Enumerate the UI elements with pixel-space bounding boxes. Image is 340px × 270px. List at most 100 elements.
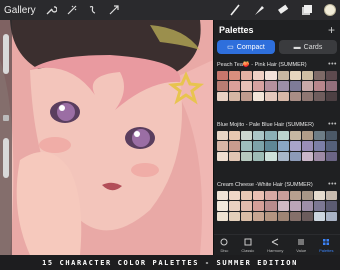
color-swatch[interactable]	[289, 131, 301, 141]
color-swatch[interactable]	[277, 131, 289, 141]
color-swatch[interactable]	[253, 131, 265, 141]
color-swatch[interactable]	[313, 211, 325, 221]
color-swatch[interactable]	[241, 211, 253, 221]
color-swatch[interactable]	[289, 151, 301, 161]
color-swatch[interactable]	[253, 141, 265, 151]
color-swatch[interactable]	[229, 151, 241, 161]
color-swatch[interactable]	[277, 201, 289, 211]
color-swatch[interactable]	[277, 81, 289, 91]
more-options-icon[interactable]: •••	[328, 61, 337, 68]
color-swatch[interactable]	[241, 131, 253, 141]
color-swatch[interactable]	[253, 151, 265, 161]
color-swatch[interactable]	[217, 211, 229, 221]
color-swatch[interactable]	[241, 91, 253, 101]
color-swatch[interactable]	[277, 151, 289, 161]
opacity-slider[interactable]	[3, 138, 9, 178]
tab-cards[interactable]: ▬ Cards	[279, 40, 337, 54]
color-swatch[interactable]	[229, 71, 241, 81]
color-swatch[interactable]	[289, 71, 301, 81]
color-swatch[interactable]	[229, 91, 241, 101]
more-options-icon[interactable]: •••	[328, 121, 337, 128]
color-swatch[interactable]	[217, 201, 229, 211]
color-swatch[interactable]	[277, 141, 289, 151]
color-swatch[interactable]	[301, 131, 313, 141]
nav-value[interactable]: Value	[296, 238, 306, 253]
color-swatch[interactable]	[253, 191, 265, 201]
palette-0[interactable]: Peach Tea🍑 - Pink Hair (SUMMER) •••	[217, 60, 337, 101]
color-swatch[interactable]	[217, 81, 229, 91]
add-palette-icon[interactable]: +	[328, 23, 335, 37]
color-swatch[interactable]	[217, 151, 229, 161]
nav-palettes[interactable]: Palettes	[319, 238, 334, 253]
color-swatch[interactable]	[229, 131, 241, 141]
color-swatch[interactable]	[289, 201, 301, 211]
color-swatch[interactable]	[325, 211, 337, 221]
wrench-icon[interactable]	[45, 4, 57, 16]
color-swatch[interactable]	[241, 81, 253, 91]
color-swatch[interactable]	[277, 71, 289, 81]
color-swatch[interactable]	[301, 71, 313, 81]
color-swatch[interactable]	[217, 191, 229, 201]
canvas-artwork[interactable]	[0, 20, 213, 255]
color-swatch[interactable]	[289, 141, 301, 151]
color-swatch[interactable]	[241, 71, 253, 81]
layers-icon[interactable]	[300, 3, 314, 17]
color-swatch[interactable]	[265, 211, 277, 221]
color-swatch[interactable]	[265, 131, 277, 141]
color-swatch[interactable]	[229, 141, 241, 151]
palette-1[interactable]: Blue Mojito - Pale Blue Hair (SUMMER) ••…	[217, 120, 337, 161]
color-swatch[interactable]	[289, 91, 301, 101]
color-swatch[interactable]	[229, 201, 241, 211]
color-swatch[interactable]	[241, 201, 253, 211]
color-swatch[interactable]	[325, 81, 337, 91]
palette-2[interactable]: Cream Cheese -White Hair (SUMMER) •••	[217, 180, 337, 221]
adjustments-icon[interactable]	[66, 4, 78, 16]
selection-icon[interactable]	[87, 4, 99, 16]
color-swatch[interactable]	[289, 81, 301, 91]
color-swatch[interactable]	[301, 141, 313, 151]
color-swatch[interactable]	[253, 211, 265, 221]
color-swatch[interactable]	[253, 91, 265, 101]
color-swatch[interactable]	[301, 201, 313, 211]
color-swatch[interactable]	[277, 91, 289, 101]
color-swatch[interactable]	[265, 81, 277, 91]
brush-size-slider[interactable]	[3, 34, 9, 74]
more-options-icon[interactable]: •••	[328, 181, 337, 188]
color-swatch[interactable]	[325, 191, 337, 201]
color-swatch[interactable]	[229, 81, 241, 91]
color-swatch[interactable]	[301, 151, 313, 161]
color-swatch[interactable]	[265, 71, 277, 81]
color-swatch[interactable]	[325, 151, 337, 161]
color-swatch[interactable]	[301, 81, 313, 91]
color-swatch[interactable]	[313, 71, 325, 81]
color-swatch[interactable]	[229, 211, 241, 221]
brush-icon[interactable]	[228, 3, 242, 17]
color-swatch[interactable]	[313, 81, 325, 91]
color-swatch[interactable]	[241, 141, 253, 151]
color-swatch[interactable]	[265, 191, 277, 201]
color-swatch[interactable]	[289, 191, 301, 201]
tab-compact[interactable]: ▭ Compact	[217, 40, 275, 54]
color-swatch[interactable]	[265, 91, 277, 101]
color-swatch[interactable]	[325, 131, 337, 141]
color-swatch[interactable]	[265, 141, 277, 151]
eraser-icon[interactable]	[276, 3, 290, 17]
modify-button[interactable]	[3, 115, 9, 121]
smudge-icon[interactable]	[252, 3, 266, 17]
color-swatch[interactable]	[325, 71, 337, 81]
color-swatch[interactable]	[241, 151, 253, 161]
nav-disc[interactable]: Disc	[220, 238, 228, 253]
color-swatch[interactable]	[229, 191, 241, 201]
color-swatch[interactable]	[301, 191, 313, 201]
color-swatch[interactable]	[313, 91, 325, 101]
color-swatch[interactable]	[217, 141, 229, 151]
color-swatch[interactable]	[301, 91, 313, 101]
color-swatch[interactable]	[301, 211, 313, 221]
color-swatch[interactable]	[265, 151, 277, 161]
color-swatch[interactable]	[277, 211, 289, 221]
color-swatch[interactable]	[217, 91, 229, 101]
color-swatch[interactable]	[313, 141, 325, 151]
color-swatch[interactable]	[325, 91, 337, 101]
color-swatch[interactable]	[253, 71, 265, 81]
nav-harmony[interactable]: Harmony	[267, 238, 283, 253]
